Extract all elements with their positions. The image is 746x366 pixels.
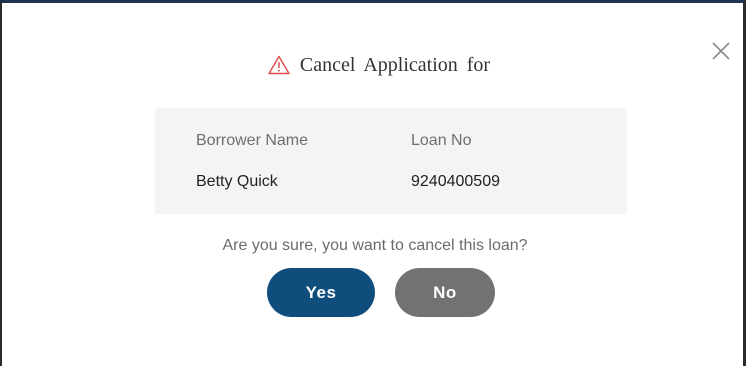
- cancel-application-dialog: Cancel Application for Borrower Name Loa…: [0, 0, 746, 366]
- dialog-title: Cancel Application for: [2, 52, 746, 78]
- dialog-title-text: Cancel Application for: [299, 53, 491, 76]
- confirmation-question: Are you sure, you want to cancel this lo…: [222, 237, 528, 254]
- loan-details-card: Borrower Name Loan No Betty Quick 924040…: [155, 108, 627, 214]
- loan-no-label: Loan No: [411, 132, 472, 149]
- yes-button[interactable]: Yes: [267, 268, 375, 317]
- no-button[interactable]: No: [395, 268, 495, 317]
- loan-no-value: 9240400509: [411, 173, 500, 190]
- warning-triangle-icon: [268, 55, 290, 75]
- borrower-name-value: Betty Quick: [196, 173, 278, 190]
- borrower-name-label: Borrower Name: [196, 132, 309, 149]
